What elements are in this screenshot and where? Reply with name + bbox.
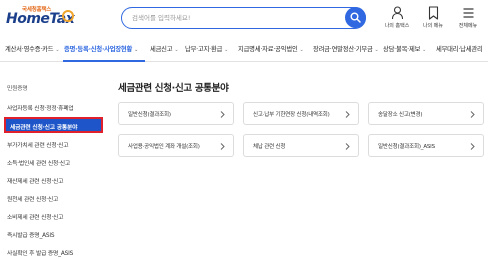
sidebar-item-property-tax[interactable]: 재산제세 관련 신청·신고 — [7, 176, 63, 185]
badge-icon — [62, 10, 84, 22]
active-nav-indicator — [63, 60, 145, 62]
my-menu-button[interactable]: 나의 메뉴 — [420, 6, 446, 32]
menu-icon — [463, 8, 473, 18]
sidebar-item-verified-cert[interactable]: 사실확인 후 발급 증명_ASIS — [7, 248, 73, 257]
sidebar-item-income-corp-tax[interactable]: 소득·법인세 관련 신청·신고 — [7, 158, 70, 167]
card-deadline-extension[interactable]: 신고·납부 기한연장 신청(내역조회) — [243, 102, 359, 125]
chevron-down-icon: ⌄ — [374, 47, 379, 53]
card-delivery-address[interactable]: 송달장소 신고(변경) — [368, 102, 484, 125]
sidebar-item-vat[interactable]: 부가가치세 관련 신청·신고 — [7, 140, 69, 149]
chevron-right-icon — [345, 143, 350, 150]
search-input[interactable] — [132, 12, 332, 24]
chevron-right-icon — [220, 111, 225, 118]
card-arrears-request[interactable]: 체납 관련 신청 — [243, 134, 359, 157]
search-icon — [350, 12, 361, 23]
nav-item-certificates[interactable]: 증명·등록·신청·사업장현황 ⌄ — [64, 44, 138, 53]
nav-item-payment[interactable]: 납부·고지·환급 ⌄ — [185, 44, 228, 53]
card-general-request-asis[interactable]: 일반신청(결과조회)_ASIS — [368, 134, 484, 157]
my-hometax-button[interactable]: 나의 홈택스 — [384, 6, 410, 32]
main-nav: 계산서·영수증·카드 ⌄ 증명·등록·신청·사업장현황 ⌄ 세금신고 ⌄ 납부·고지·… — [0, 36, 488, 62]
chevron-down-icon: ⌄ — [422, 47, 427, 53]
nav-item-agent[interactable]: 세무대리·납세관리 — [436, 44, 483, 53]
sidebar-item-business-registration[interactable]: 사업자등록 신청·정정·휴폐업 — [7, 103, 74, 112]
bookmark-icon — [428, 6, 438, 20]
chevron-down-icon: ⌄ — [55, 47, 60, 53]
card-business-account[interactable]: 사업용·공익법인 계좌 개설(조회) — [118, 134, 234, 157]
person-icon — [391, 6, 403, 20]
card-label: 사업용·공익법인 계좌 개설(조회) — [128, 144, 200, 150]
nav-item-tax-report[interactable]: 세금신고 ⌄ — [150, 44, 179, 53]
card-label: 일반신청(결과조회) — [128, 112, 171, 118]
search-button[interactable] — [345, 7, 366, 28]
card-label: 체납 관련 신청 — [253, 144, 286, 150]
sidebar-item-consumption-tax[interactable]: 소비제세 관련 신청·신고 — [7, 212, 63, 221]
sidebar-item-common-tax-active[interactable]: 세금관련 신청·신고 공통분야 — [4, 117, 103, 133]
my-hometax-label: 나의 홈택스 — [384, 23, 410, 29]
header: 국세청홈택스 HomeTax 나의 홈택스 나의 메뉴 — [0, 0, 488, 36]
nav-item-statements[interactable]: 지급명세·자료·공익법인 ⌄ — [238, 44, 304, 53]
chevron-down-icon: ⌄ — [174, 47, 179, 53]
card-label: 일반신청(결과조회)_ASIS — [378, 144, 435, 150]
search-box — [121, 7, 366, 29]
nav-item-receipts[interactable]: 계산서·영수증·카드 ⌄ — [5, 44, 60, 53]
nav-item-counsel[interactable]: 상담·불복·제보 ⌄ — [383, 44, 426, 53]
chevron-right-icon — [470, 143, 475, 150]
sidebar-item-withholding-tax[interactable]: 원천세 관련 신청·신고 — [7, 194, 58, 203]
sidebar-item-instant-cert[interactable]: 즉시발급 증명_ASIS — [7, 230, 55, 239]
sidebar-item-civil-cert[interactable]: 민원증명 — [7, 83, 28, 92]
nav-item-incentives[interactable]: 장려금·연말정산·기부금 ⌄ — [313, 44, 379, 53]
chevron-right-icon — [345, 111, 350, 118]
chevron-down-icon: ⌄ — [299, 47, 304, 53]
chevron-down-icon: ⌄ — [224, 47, 229, 53]
all-menu-button[interactable]: 전체메뉴 — [455, 6, 481, 32]
hometax-logo[interactable]: 국세청홈택스 HomeTax — [6, 5, 75, 31]
all-menu-label: 전체메뉴 — [458, 23, 478, 29]
my-menu-label: 나의 메뉴 — [423, 23, 443, 29]
card-general-request[interactable]: 일반신청(결과조회) — [118, 102, 234, 125]
chevron-right-icon — [220, 143, 225, 150]
card-label: 신고·납부 기한연장 신청(내역조회) — [253, 112, 330, 118]
sidebar-item-label: 세금관련 신청·신고 공통분야 — [10, 125, 78, 131]
chevron-down-icon: ⌄ — [134, 47, 139, 53]
card-label: 송달장소 신고(변경) — [378, 112, 423, 118]
chevron-right-icon — [470, 111, 475, 118]
page-title: 세금관련 신청·신고 공통분야 — [118, 83, 229, 94]
